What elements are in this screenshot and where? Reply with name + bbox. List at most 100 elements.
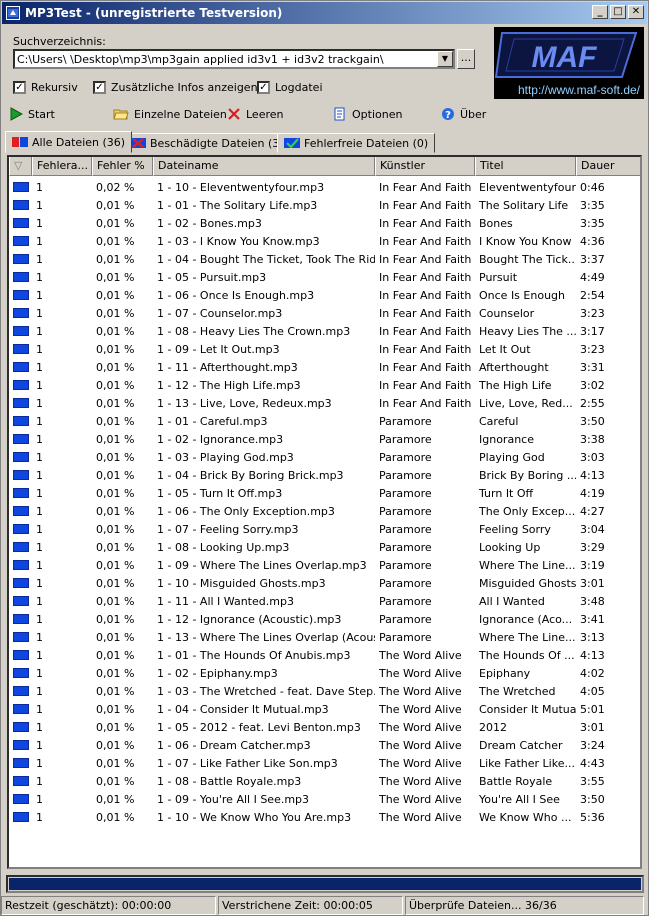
logfile-checkbox[interactable]: ✓ (257, 81, 270, 94)
row-title: All I Wanted (479, 594, 545, 608)
file-status-icon (13, 632, 29, 642)
table-row[interactable]: 1 0,01 % 1 - 08 - Battle Royale.mp3 The Wor… (9, 772, 640, 790)
table-row[interactable]: 1 0,01 % 1 - 05 - Pursuit.mp3 In Fear And F… (9, 268, 640, 286)
row-error-percent: 0,01 % (96, 198, 135, 212)
table-row[interactable]: 1 0,01 % 1 - 03 - The Wretched - feat. Dav… (9, 682, 640, 700)
row-errors: 1 (36, 216, 43, 230)
table-row[interactable]: 1 0,01 % 1 - 08 - Looking Up.mp3 Paramore Lo… (9, 538, 640, 556)
table-row[interactable]: 1 0,01 % 1 - 12 - The High Life.mp3 In Fear… (9, 376, 640, 394)
table-row[interactable]: 1 0,01 % 1 - 06 - The Only Exception.mp3 Pa… (9, 502, 640, 520)
recursive-option[interactable]: ✓ Rekursiv (13, 81, 78, 94)
table-row[interactable]: 1 0,01 % 1 - 05 - 2012 - feat. Levi Benton… (9, 718, 640, 736)
row-artist: In Fear And Faith (379, 270, 472, 284)
about-button[interactable]: ? Über (441, 105, 486, 123)
table-row[interactable]: 1 0,01 % 1 - 04 - Brick By Boring Brick.mp… (9, 466, 640, 484)
table-row[interactable]: 1 0,01 % 1 - 07 - Counselor.mp3 In Fear And… (9, 304, 640, 322)
column-header-duration[interactable]: Dauer (576, 157, 640, 176)
extra-info-checkbox[interactable]: ✓ (93, 81, 106, 94)
row-filename: 1 - 06 - The Only Exception.mp3 (157, 504, 335, 518)
row-filename: 1 - 05 - Pursuit.mp3 (157, 270, 267, 284)
table-row[interactable]: 1 0,01 % 1 - 01 - Careful.mp3 Paramore Caref… (9, 412, 640, 430)
table-row[interactable]: 1 0,01 % 1 - 11 - Afterthought.mp3 In Fear … (9, 358, 640, 376)
table-row[interactable]: 1 0,01 % 1 - 11 - All I Wanted.mp3 Paramore… (9, 592, 640, 610)
minimize-button[interactable]: _ (592, 5, 608, 19)
row-errors: 1 (36, 324, 43, 338)
row-cell-icon (9, 236, 32, 246)
title-bar[interactable]: MP3Test - (unregistrierte Testversion) _… (2, 2, 647, 24)
table-row[interactable]: 1 0,01 % 1 - 09 - Where The Lines Overlap.… (9, 556, 640, 574)
website-link[interactable]: http://www.maf-soft.de/ (518, 83, 640, 97)
tab-error-free-files[interactable]: Fehlerfreie Dateien (0) (277, 133, 436, 153)
row-error-percent: 0,01 % (96, 270, 135, 284)
file-list[interactable]: ▽ Fehlera... Fehler % Dateiname Künstler… (7, 155, 642, 869)
table-row[interactable]: 1 0,01 % 1 - 04 - Bought The Ticket, Took … (9, 250, 640, 268)
table-row[interactable]: 1 0,01 % 1 - 06 - Once Is Enough.mp3 In Fea… (9, 286, 640, 304)
table-row[interactable]: 1 0,01 % 1 - 02 - Ignorance.mp3 Paramore Ign… (9, 430, 640, 448)
table-row[interactable]: 1 0,01 % 1 - 13 - Live, Love, Redeux.mp3 In… (9, 394, 640, 412)
table-row[interactable]: 1 0,01 % 1 - 10 - We Know Who You Are.mp3 T… (9, 808, 640, 826)
row-errors: 1 (36, 810, 43, 824)
file-status-icon (13, 182, 29, 192)
row-duration: 3:48 (580, 594, 605, 608)
table-row[interactable]: 1 0,01 % 1 - 03 - Playing God.mp3 Paramore P… (9, 448, 640, 466)
row-filename: 1 - 04 - Brick By Boring Brick.mp3 (157, 468, 344, 482)
recursive-checkbox[interactable]: ✓ (13, 81, 26, 94)
table-row[interactable]: 1 0,01 % 1 - 09 - You're All I See.mp3 The … (9, 790, 640, 808)
table-row[interactable]: 1 0,01 % 1 - 04 - Consider It Mutual.mp3 Th… (9, 700, 640, 718)
chevron-down-icon[interactable]: ▼ (437, 51, 453, 67)
row-error-percent: 0,01 % (96, 486, 135, 500)
table-row[interactable]: 1 0,01 % 1 - 03 - I Know You Know.mp3 In Fe… (9, 232, 640, 250)
row-error-percent: 0,01 % (96, 414, 135, 428)
row-title: Brick By Boring ... (479, 468, 576, 482)
maximize-button[interactable]: □ (610, 5, 626, 19)
table-row[interactable]: 1 0,01 % 1 - 07 - Feeling Sorry.mp3 Paramor… (9, 520, 640, 538)
column-header-filename[interactable]: Dateiname (153, 157, 375, 176)
table-row[interactable]: 1 0,02 % 1 - 10 - Eleventwentyfour.mp3 In F… (9, 178, 640, 196)
row-duration: 3:03 (580, 450, 605, 464)
table-row[interactable]: 1 0,01 % 1 - 02 - Epiphany.mp3 The Word Ali… (9, 664, 640, 682)
single-files-button[interactable]: Einzelne Dateien (113, 105, 227, 123)
table-row[interactable]: 1 0,01 % 1 - 05 - Turn It Off.mp3 Paramore T… (9, 484, 640, 502)
column-header-sort[interactable]: ▽ (9, 157, 32, 176)
table-row[interactable]: 1 0,01 % 1 - 08 - Heavy Lies The Crown.mp3… (9, 322, 640, 340)
column-header-errors[interactable]: Fehlera... (32, 157, 92, 176)
table-row[interactable]: 1 0,01 % 1 - 01 - The Hounds Of Anubis.mp3… (9, 646, 640, 664)
row-error-percent: 0,01 % (96, 522, 135, 536)
maf-logo[interactable]: MAF http://www.maf-soft.de/ (494, 27, 644, 99)
table-row[interactable]: 1 0,01 % 1 - 10 - Misguided Ghosts.mp3 Para… (9, 574, 640, 592)
row-duration: 3:38 (580, 432, 605, 446)
table-row[interactable]: 1 0,01 % 1 - 13 - Where The Lines Overlap … (9, 628, 640, 646)
close-button[interactable]: ✕ (628, 5, 644, 19)
row-cell-icon (9, 542, 32, 552)
row-errors: 1 (36, 720, 43, 734)
row-duration: 3:50 (580, 414, 605, 428)
logfile-option[interactable]: ✓ Logdatei (257, 81, 323, 94)
row-cell-icon (9, 776, 32, 786)
tab-all-files[interactable]: Alle Dateien (36) (5, 131, 133, 153)
search-directory-combo[interactable]: C:\Users\ \Desktop\mp3\mp3gain applied i… (13, 49, 455, 69)
tab-damaged-files[interactable]: Beschädigte Dateien (36) (123, 133, 298, 153)
row-error-percent: 0,01 % (96, 648, 135, 662)
file-status-icon (13, 488, 29, 498)
table-row[interactable]: 1 0,01 % 1 - 01 - The Solitary Life.mp3 In … (9, 196, 640, 214)
table-row[interactable]: 1 0,01 % 1 - 09 - Let It Out.mp3 In Fear An… (9, 340, 640, 358)
column-header-error-percent[interactable]: Fehler % (92, 157, 153, 176)
table-row[interactable]: 1 0,01 % 1 - 12 - Ignorance (Acoustic).mp3… (9, 610, 640, 628)
options-button[interactable]: Optionen (333, 105, 402, 123)
row-error-percent: 0,01 % (96, 792, 135, 806)
row-filename: 1 - 02 - Epiphany.mp3 (157, 666, 278, 680)
start-button[interactable]: Start (9, 105, 55, 123)
column-header-title[interactable]: Titel (475, 157, 576, 176)
clear-button[interactable]: Leeren (227, 105, 284, 123)
row-filename: 1 - 13 - Where The Lines Overlap (Acous.… (157, 630, 375, 644)
column-header-artist[interactable]: Künstler (375, 157, 475, 176)
table-row[interactable]: 1 0,01 % 1 - 02 - Bones.mp3 In Fear And Fai… (9, 214, 640, 232)
row-duration: 3:23 (580, 306, 605, 320)
file-status-icon (13, 812, 29, 822)
browse-button[interactable]: ... (457, 49, 475, 69)
table-row[interactable]: 1 0,01 % 1 - 06 - Dream Catcher.mp3 The Wor… (9, 736, 640, 754)
row-cell-icon (9, 506, 32, 516)
extra-info-option[interactable]: ✓ Zusätzliche Infos anzeigen (93, 81, 258, 94)
table-row[interactable]: 1 0,01 % 1 - 07 - Like Father Like Son.mp3… (9, 754, 640, 772)
row-artist: In Fear And Faith (379, 342, 472, 356)
